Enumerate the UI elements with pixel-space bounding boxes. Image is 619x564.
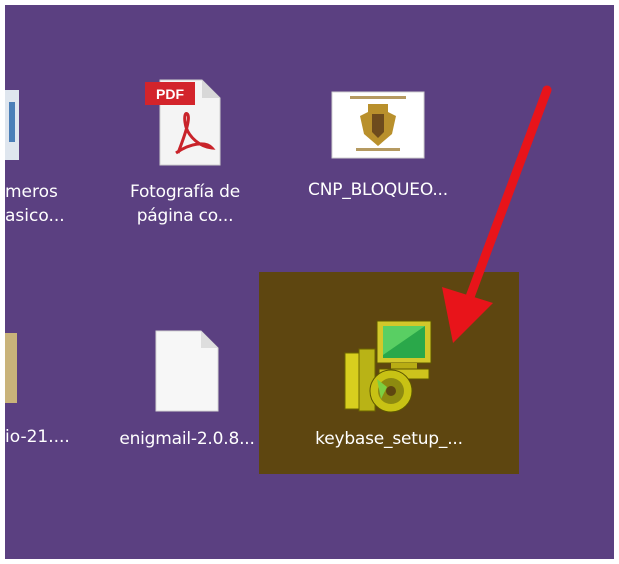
annotation-arrow <box>442 85 552 343</box>
desktop-area: meros asico... PDF Fotografía de página … <box>5 5 614 559</box>
